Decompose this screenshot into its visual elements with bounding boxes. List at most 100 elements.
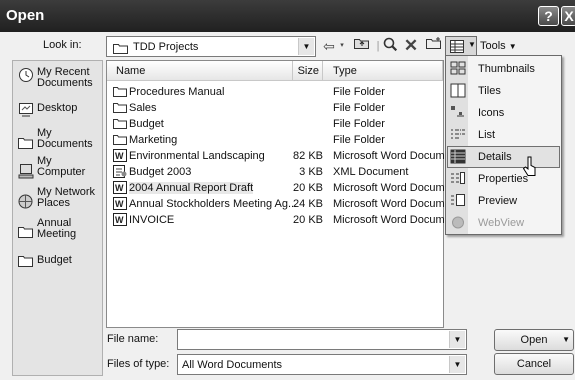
word-document-icon: W	[113, 197, 127, 210]
file-name: Budget	[129, 118, 164, 130]
place-my-recent-documents[interactable]: My Recent Documents	[17, 67, 103, 89]
word-document-icon: W	[113, 213, 127, 226]
folder-icon	[113, 43, 128, 57]
file-name: Annual Stockholders Meeting Ag...	[129, 198, 298, 210]
menu-item-properties[interactable]: Properties	[447, 168, 560, 190]
file-row[interactable]: W Annual Stockholders Meeting Ag... 24 K…	[111, 196, 457, 212]
tiles-icon	[450, 83, 466, 98]
file-size: 20 KB	[293, 214, 323, 226]
file-size: 24 KB	[293, 198, 323, 210]
folder-icon	[17, 253, 34, 269]
file-list[interactable]: Name Size Type Procedures Manual File Fo…	[106, 60, 457, 328]
file-name: Marketing	[129, 134, 178, 146]
filename-input[interactable]: ▼	[177, 329, 467, 350]
file-row[interactable]: Budget File Folder	[111, 116, 441, 132]
file-row[interactable]: W 2004 Annual Report Draft 20 KB Microso…	[111, 180, 457, 196]
lookin-dropdown[interactable]: TDD Projects ▼	[106, 36, 316, 57]
filetype-label: Files of type:	[107, 358, 170, 370]
xml-document-icon	[113, 165, 127, 178]
file-size: 82 KB	[293, 150, 323, 162]
place-my-documents[interactable]: My Documents	[17, 128, 103, 151]
menu-item-label: Details	[478, 151, 512, 163]
file-type: Microsoft Word Documen	[333, 198, 457, 210]
menu-item-details[interactable]: Details	[447, 146, 560, 168]
svg-text:W: W	[115, 199, 124, 209]
svg-text:W: W	[115, 183, 124, 193]
chevron-down-icon: ▼	[449, 331, 465, 348]
menu-item-thumbnails[interactable]: Thumbnails	[447, 58, 560, 80]
folder-icon	[17, 224, 34, 240]
desktop-icon	[17, 101, 34, 117]
column-header-name[interactable]: Name	[107, 61, 293, 81]
filetype-value: All Word Documents	[182, 359, 283, 371]
tools-menu[interactable]: Tools ▼	[480, 37, 520, 55]
place-label: My Network Places	[37, 186, 96, 209]
file-type: Microsoft Word Documen	[333, 150, 457, 162]
menu-item-icons[interactable]: Icons	[447, 102, 560, 124]
file-row[interactable]: Marketing File Folder	[111, 132, 441, 148]
places-bar: My Recent Documents Desktop My Documents…	[12, 60, 103, 376]
chevron-down-icon: ▼	[508, 42, 517, 51]
computer-icon	[17, 163, 34, 179]
file-type: File Folder	[333, 134, 385, 146]
place-annual-meeting[interactable]: Annual Meeting	[17, 218, 103, 240]
folder-icon	[113, 119, 127, 129]
help-button[interactable]: ?	[538, 6, 559, 26]
folder-icon	[113, 87, 127, 97]
title-bar: Open ? X	[0, 0, 575, 32]
menu-item-label: Icons	[478, 107, 505, 119]
thumbnails-icon	[450, 61, 466, 75]
menu-item-label: Properties	[478, 173, 529, 185]
file-row[interactable]: Procedures Manual File Folder	[111, 84, 441, 100]
filetype-dropdown[interactable]: All Word Documents ▼	[177, 354, 467, 375]
file-name: INVOICE	[129, 214, 175, 226]
views-button[interactable]: ▼	[445, 36, 477, 56]
file-row[interactable]: W Environmental Landscaping 82 KB Micros…	[111, 148, 457, 164]
file-row[interactable]: Budget 2003 3 KB XML Document	[111, 164, 441, 180]
open-button[interactable]: Open ▼	[494, 329, 574, 351]
file-name: Procedures Manual	[129, 86, 225, 98]
cancel-button[interactable]: Cancel	[494, 353, 574, 375]
column-header-type[interactable]: Type	[323, 61, 443, 81]
menu-item-label: WebView	[478, 217, 525, 229]
column-header-size[interactable]: Size	[293, 61, 323, 81]
file-name: Budget 2003	[129, 166, 192, 178]
menu-item-label: Preview	[478, 195, 518, 207]
back-dropdown-icon[interactable]: ▾	[338, 37, 346, 55]
mouse-cursor-icon	[523, 156, 536, 176]
file-type: Microsoft Word Documen	[333, 182, 457, 194]
word-document-icon: W	[113, 149, 127, 162]
chevron-down-icon: ▼	[468, 40, 476, 49]
place-label: Annual Meeting	[37, 217, 77, 240]
menu-item-preview[interactable]: Preview	[447, 190, 560, 212]
file-row[interactable]: Sales File Folder	[111, 100, 441, 116]
place-label: My Computer	[37, 155, 86, 178]
webview-icon	[452, 216, 464, 229]
icons-view-icon	[451, 106, 464, 117]
my-documents-icon	[17, 135, 34, 151]
place-budget[interactable]: Budget	[17, 253, 103, 269]
back-arrow-icon[interactable]: ⇦	[320, 37, 338, 55]
close-button[interactable]: X	[561, 6, 575, 26]
up-folder-icon[interactable]	[352, 37, 370, 55]
svg-text:W: W	[115, 151, 124, 161]
file-size: 3 KB	[299, 166, 323, 178]
file-row[interactable]: W INVOICE 20 KB Microsoft Word Documen	[111, 212, 457, 228]
search-web-icon[interactable]	[381, 37, 399, 55]
menu-item-list[interactable]: List	[447, 124, 560, 146]
file-type: XML Document	[333, 166, 409, 178]
menu-item-label: Thumbnails	[478, 63, 535, 75]
file-name: Environmental Landscaping	[129, 150, 265, 162]
delete-icon[interactable]: ✕	[402, 37, 420, 55]
svg-text:W: W	[115, 215, 124, 225]
menu-item-webview: WebView	[447, 212, 560, 234]
properties-icon	[451, 172, 465, 184]
place-my-network-places[interactable]: My Network Places	[17, 187, 103, 209]
window-title: Open	[6, 7, 45, 24]
place-my-computer[interactable]: My Computer	[17, 156, 103, 179]
lookin-label: Look in:	[43, 39, 82, 51]
menu-item-tiles[interactable]: Tiles	[447, 80, 560, 102]
new-folder-icon[interactable]	[424, 37, 442, 55]
lookin-value: TDD Projects	[133, 41, 199, 53]
place-desktop[interactable]: Desktop	[17, 101, 103, 117]
